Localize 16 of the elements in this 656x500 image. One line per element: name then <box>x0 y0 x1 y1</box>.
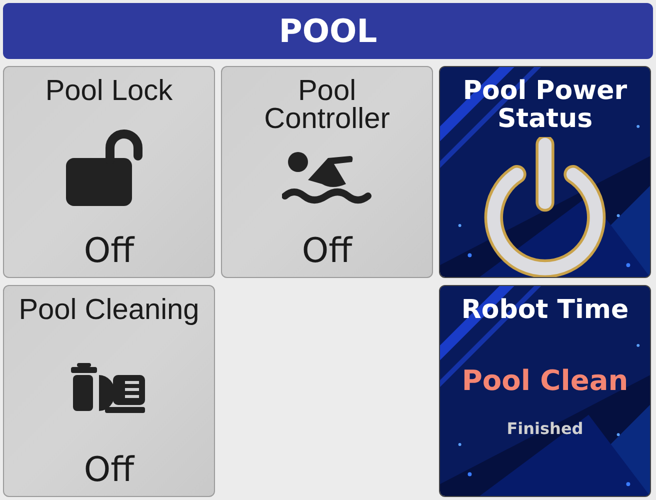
tile-title: Pool Lock <box>44 77 174 105</box>
status-tile[interactable]: Robot Time Pool Clean Finished <box>439 285 651 497</box>
switch-tile[interactable]: Pool Cleaning Off <box>3 285 215 497</box>
tile-title: Pool Cleaning <box>18 296 200 324</box>
tile-state: Off <box>84 231 134 271</box>
tile-title: Pool Power Status <box>462 77 628 133</box>
tile-value: Pool Clean <box>462 364 628 397</box>
switch-tile[interactable]: Pool Lock Off <box>3 66 215 278</box>
tile-title: Robot Time <box>460 296 630 324</box>
tile-detail: Finished <box>506 419 584 438</box>
page-title: POOL <box>278 12 378 50</box>
status-tile[interactable]: Pool Power Status <box>439 66 651 278</box>
tile-state: Off <box>84 450 134 490</box>
tile-state: Off <box>302 231 352 271</box>
switch-tile[interactable]: Pool Controller Off <box>221 66 433 278</box>
tile-title: Pool Controller <box>263 77 391 133</box>
